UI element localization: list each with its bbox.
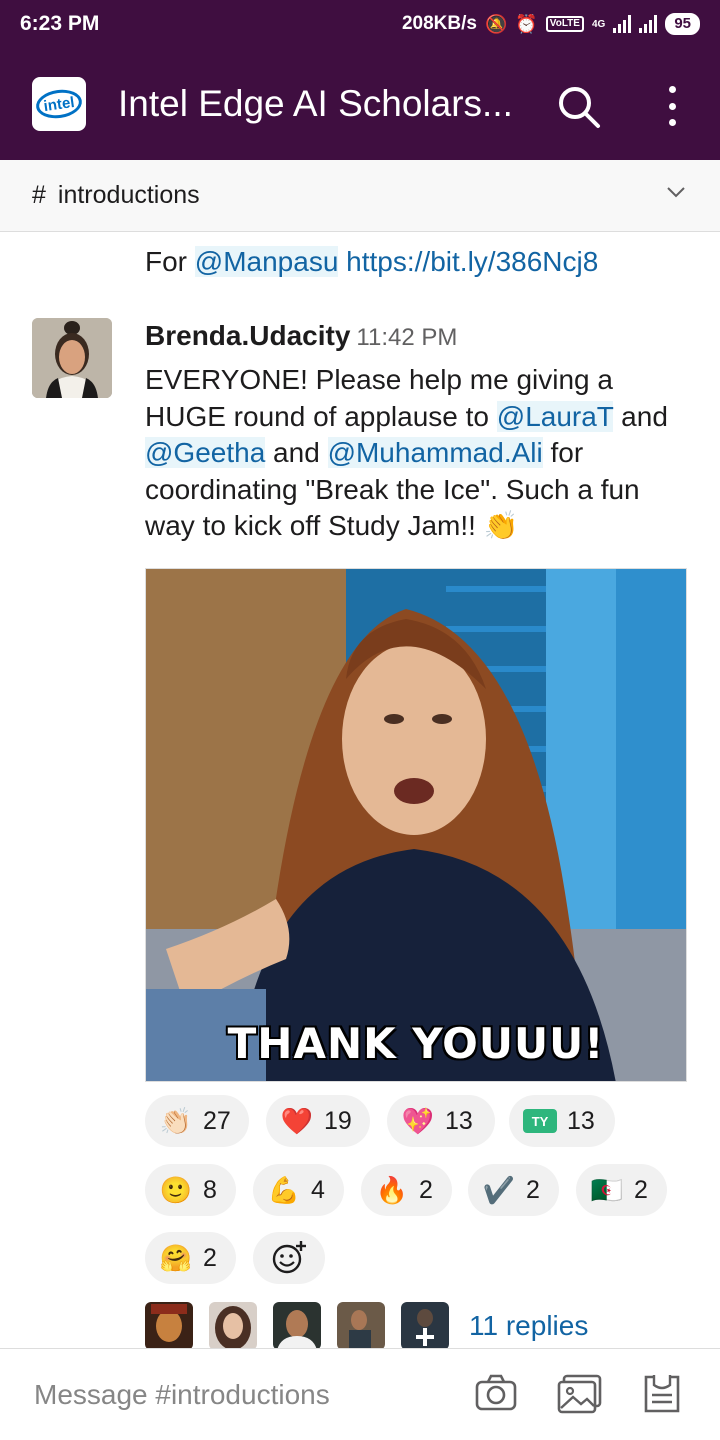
reaction-algeria-flag[interactable]: 🇩🇿 2 (576, 1164, 667, 1216)
hugging-face-icon: 🤗 (159, 1242, 193, 1273)
add-reaction-icon (272, 1241, 306, 1274)
gif-image (146, 569, 686, 1081)
workspace-title[interactable]: Intel Edge AI Scholars... (118, 83, 538, 125)
heart-icon: ❤️ (280, 1105, 314, 1136)
gif-caption: THANK YOUUU! (227, 1019, 605, 1068)
reaction-count: 2 (526, 1175, 540, 1204)
mention-laurat[interactable]: @LauraT (496, 400, 614, 432)
reaction-smile[interactable]: 🙂 8 (145, 1164, 236, 1216)
channel-name: introductions (57, 181, 200, 209)
fire-icon: 🔥 (375, 1174, 409, 1205)
thread-replies[interactable]: 11 replies (145, 1302, 588, 1350)
author-photo (32, 318, 112, 398)
reaction-count: 8 (203, 1175, 217, 1204)
intel-logo-icon: intel (34, 86, 84, 122)
reaction-heart[interactable]: ❤️ 19 (266, 1095, 370, 1147)
network-speed: 208KB/s (401, 13, 477, 34)
workspace-logo[interactable]: intel (32, 77, 86, 131)
thank-you-icon: TY (523, 1109, 557, 1133)
reply-avatar (209, 1302, 257, 1350)
previous-message-text: For @Manpasu https://bit.ly/386Ncj8 (145, 246, 599, 277)
sparkling-heart-icon: 💖 (401, 1105, 435, 1136)
shortcuts-button[interactable] (642, 1373, 682, 1420)
app-bar: intel Intel Edge AI Scholars... (0, 48, 720, 160)
volte-icon: VoLTE (545, 16, 584, 32)
message-body: EVERYONE! Please help me giving a HUGE r… (145, 364, 668, 541)
message-author[interactable]: Brenda.Udacity 11:42 PM (145, 320, 457, 352)
reaction-hugging[interactable]: 🤗 2 (145, 1232, 236, 1284)
smile-icon: 🙂 (159, 1174, 193, 1205)
reply-avatar (145, 1302, 193, 1350)
clap-emoji: 👏 (483, 510, 519, 541)
mention-muhammad-ali[interactable]: @Muhammad.Ali (327, 437, 543, 468)
reaction-clap[interactable]: 👏🏻 27 (145, 1095, 249, 1147)
reaction-count: 13 (445, 1106, 473, 1135)
reaction-check[interactable]: ✔️ 2 (468, 1164, 559, 1216)
alarm-icon: ⏰ (515, 13, 538, 34)
reaction-thank-you[interactable]: TY 13 (509, 1095, 615, 1147)
camera-icon (475, 1374, 517, 1411)
search-icon (559, 87, 600, 128)
mute-icon: 🔕 (484, 13, 508, 34)
camera-button[interactable] (474, 1373, 518, 1418)
signal-icon-2 (639, 15, 658, 33)
image-icon (557, 1374, 602, 1414)
reaction-muscle[interactable]: 💪 4 (253, 1164, 344, 1216)
gallery-button[interactable] (556, 1373, 604, 1420)
message-composer (0, 1348, 720, 1440)
status-icons: 208KB/s 🔕 ⏰ VoLTE 4G 95 (402, 13, 700, 35)
search-button[interactable] (556, 84, 602, 130)
hash-icon: # (32, 181, 46, 209)
reaction-count: 13 (567, 1106, 595, 1135)
mention-manpasu[interactable]: @Manpasu (194, 246, 339, 277)
gif-attachment[interactable]: THANK YOUUU! (145, 568, 687, 1082)
add-reaction-button[interactable] (253, 1232, 325, 1284)
reply-avatar (401, 1302, 449, 1350)
clipboard-icon (644, 1375, 680, 1413)
replies-count-link[interactable]: 11 replies (469, 1310, 588, 1342)
reaction-count: 2 (419, 1175, 433, 1204)
reaction-count: 2 (634, 1175, 648, 1204)
reply-avatar (337, 1302, 385, 1350)
reaction-count: 2 (203, 1243, 217, 1272)
algeria-flag-icon: 🇩🇿 (590, 1174, 624, 1205)
more-options-icon[interactable] (660, 86, 684, 126)
status-bar: 6:23 PM 208KB/s 🔕 ⏰ VoLTE 4G 95 (0, 0, 720, 48)
signal-icon (613, 15, 632, 33)
reaction-count: 4 (311, 1175, 325, 1204)
battery-icon: 95 (665, 13, 700, 35)
clap-icon: 👏🏻 (159, 1105, 193, 1136)
reaction-fire[interactable]: 🔥 2 (361, 1164, 452, 1216)
mention-geetha[interactable]: @Geetha (145, 437, 266, 468)
channel-header[interactable]: # introductions (0, 160, 720, 232)
chevron-down-icon[interactable] (666, 186, 686, 200)
network-type: 4G (591, 18, 606, 30)
message-timestamp: 11:42 PM (356, 324, 458, 351)
status-time: 6:23 PM (20, 12, 100, 35)
reaction-count: 19 (324, 1106, 352, 1135)
reply-avatar (273, 1302, 321, 1350)
message-input[interactable] (34, 1378, 434, 1411)
muscle-icon: 💪 (267, 1174, 301, 1205)
reaction-sparkling-heart[interactable]: 💖 13 (387, 1095, 495, 1147)
reaction-count: 27 (203, 1106, 231, 1135)
check-mark-icon: ✔️ (482, 1174, 516, 1205)
avatar[interactable] (32, 318, 112, 398)
message-link[interactable]: https://bit.ly/386Ncj8 (346, 246, 598, 277)
